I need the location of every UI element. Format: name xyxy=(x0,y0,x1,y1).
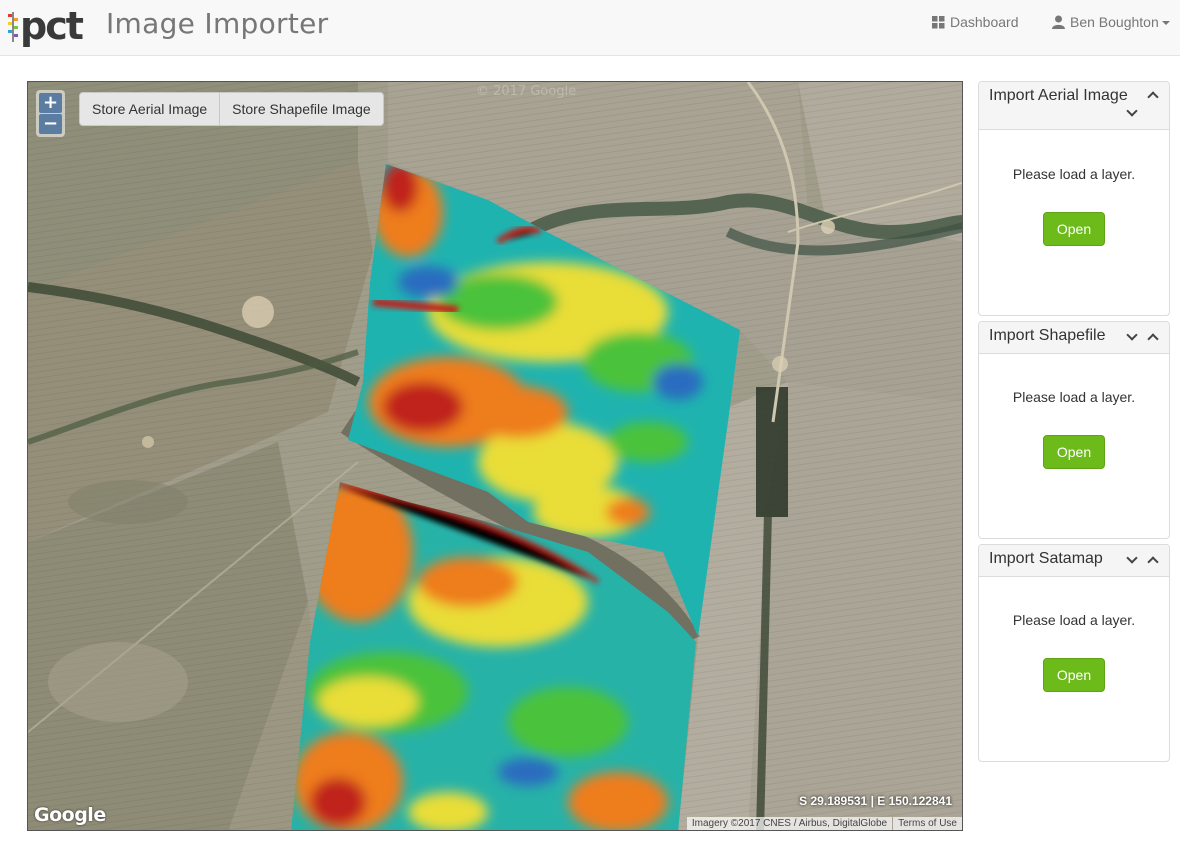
panel-import-satamap: Import Satamap Please load a layer. Open xyxy=(978,544,1170,762)
map-view[interactable]: © 2017 Google + − Store Aerial Image Sto… xyxy=(27,81,963,831)
chevron-up-icon[interactable] xyxy=(1147,333,1159,345)
panel-header[interactable]: Import Satamap xyxy=(979,545,1169,577)
panel-body: Please load a layer. Open xyxy=(979,354,1169,469)
coordinate-readout: S 29.189531 | E 150.122841 xyxy=(799,794,952,808)
zoom-control: + − xyxy=(36,90,65,137)
map-attribution: Imagery ©2017 CNES / Airbus, DigitalGlob… xyxy=(686,817,962,830)
nav-dashboard-link[interactable]: Dashboard xyxy=(932,14,1019,30)
panel-message: Please load a layer. xyxy=(1012,612,1136,628)
store-button-group: Store Aerial Image Store Shapefile Image xyxy=(79,92,384,126)
panel-title: Import Shapefile xyxy=(989,327,1106,344)
top-navbar: pct Image Importer Dashboard Ben Boughto… xyxy=(0,0,1180,56)
user-name: Ben Boughton xyxy=(1070,14,1159,30)
chevron-up-icon[interactable] xyxy=(1147,91,1159,103)
zoom-in-button[interactable]: + xyxy=(39,93,62,113)
caret-down-icon xyxy=(1161,21,1170,25)
terms-of-use-link[interactable]: Terms of Use xyxy=(893,817,962,830)
panel-import-aerial: Import Aerial Image Please load a layer.… xyxy=(978,81,1170,316)
map-watermark: © 2017 Google xyxy=(476,84,577,99)
satellite-imagery xyxy=(28,82,962,830)
open-satamap-button[interactable]: Open xyxy=(1043,658,1105,692)
store-shapefile-image-button[interactable]: Store Shapefile Image xyxy=(219,93,383,125)
open-shapefile-button[interactable]: Open xyxy=(1043,435,1105,469)
grid-icon xyxy=(932,15,945,29)
google-logo: Google xyxy=(34,804,106,826)
imagery-credit: Imagery ©2017 CNES / Airbus, DigitalGlob… xyxy=(686,817,893,830)
panel-title: Import Aerial Image xyxy=(989,87,1128,104)
panel-body: Please load a layer. Open xyxy=(979,130,1169,246)
chevron-up-icon[interactable] xyxy=(1147,556,1159,568)
chevron-down-icon[interactable] xyxy=(1126,105,1138,117)
user-icon xyxy=(1052,15,1065,29)
zoom-out-button[interactable]: − xyxy=(39,114,62,134)
chevron-down-icon[interactable] xyxy=(1126,552,1138,564)
chevron-down-icon[interactable] xyxy=(1126,329,1138,341)
panel-title: Import Satamap xyxy=(989,550,1103,567)
store-aerial-image-button[interactable]: Store Aerial Image xyxy=(80,93,220,125)
user-menu-dropdown[interactable]: Ben Boughton xyxy=(1052,14,1170,30)
panel-message: Please load a layer. xyxy=(1012,389,1136,405)
brand-logo[interactable]: pct xyxy=(8,4,84,48)
panel-header[interactable]: Import Shapefile xyxy=(979,322,1169,354)
logo-mark-icon xyxy=(8,8,18,44)
panel-header[interactable]: Import Aerial Image xyxy=(979,82,1169,130)
page-title: Image Importer xyxy=(106,7,329,40)
panel-message: Please load a layer. xyxy=(1012,166,1136,182)
panel-body: Please load a layer. Open xyxy=(979,577,1169,692)
panel-import-shapefile: Import Shapefile Please load a layer. Op… xyxy=(978,321,1170,539)
nav-dashboard-label: Dashboard xyxy=(950,14,1019,30)
logo-text: pct xyxy=(20,4,84,48)
open-aerial-button[interactable]: Open xyxy=(1043,212,1105,246)
